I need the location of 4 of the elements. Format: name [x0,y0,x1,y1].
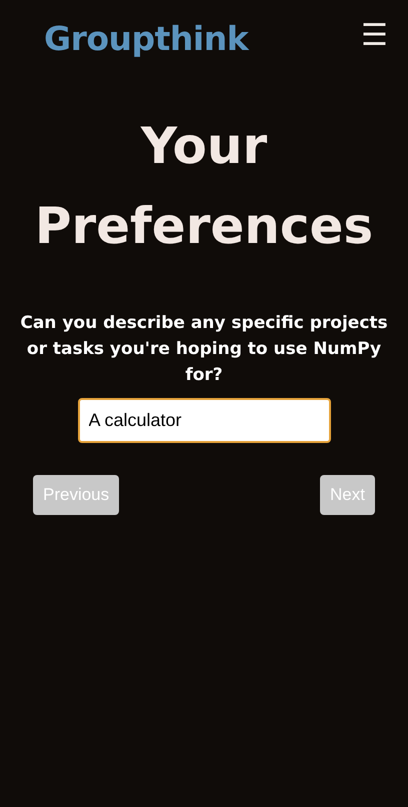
page-heading: Your Preferences [34,116,374,256]
question-text: Can you describe any specific projects or tasks you're hoping to use NumPy for? [19,312,389,386]
logo[interactable]: Groupthink [44,14,248,64]
answer-field[interactable]: A calculator [78,398,330,442]
